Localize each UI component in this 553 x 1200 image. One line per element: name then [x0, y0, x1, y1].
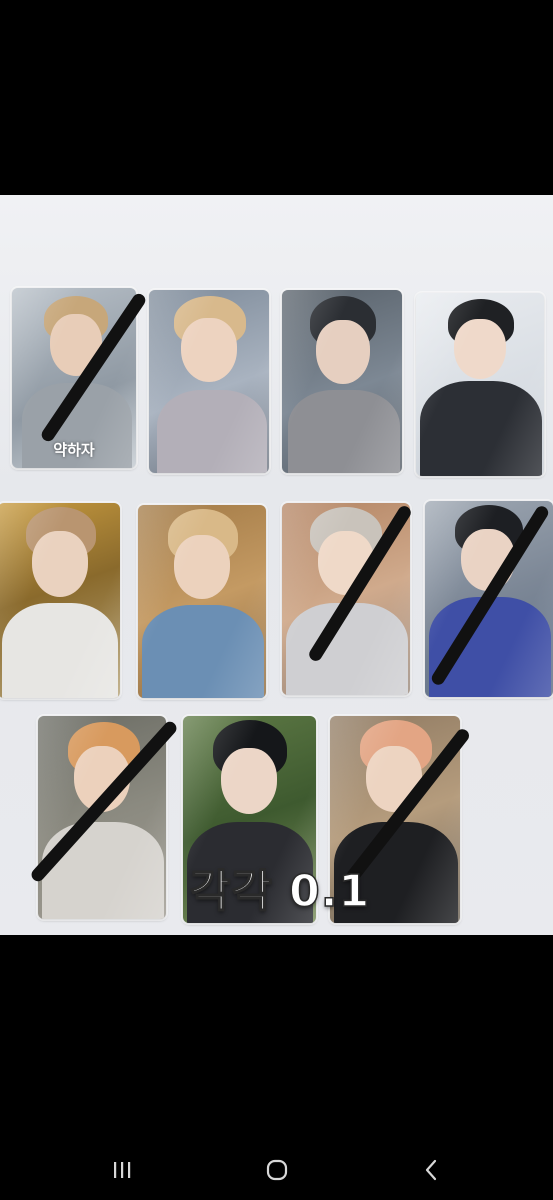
recents-button[interactable] — [102, 1158, 142, 1184]
photocard-3 — [282, 290, 402, 473]
photo-image[interactable]: 약하자 각각 0.1 — [0, 195, 553, 935]
back-button[interactable] — [412, 1158, 452, 1184]
price-overlay-text: 각각 0.1 — [189, 865, 371, 918]
home-button[interactable] — [257, 1158, 297, 1184]
system-navigation-bar — [0, 1140, 553, 1200]
photocard-4 — [416, 293, 544, 476]
back-icon — [425, 1159, 437, 1181]
photocard-2 — [149, 290, 269, 473]
home-icon — [266, 1159, 288, 1181]
card-handwritten-label: 약하자 — [53, 441, 95, 459]
recents-icon — [114, 1162, 131, 1178]
photocard-5 — [0, 503, 120, 698]
photocard-6 — [138, 505, 266, 698]
photocard-1: 약하자 — [12, 288, 136, 468]
